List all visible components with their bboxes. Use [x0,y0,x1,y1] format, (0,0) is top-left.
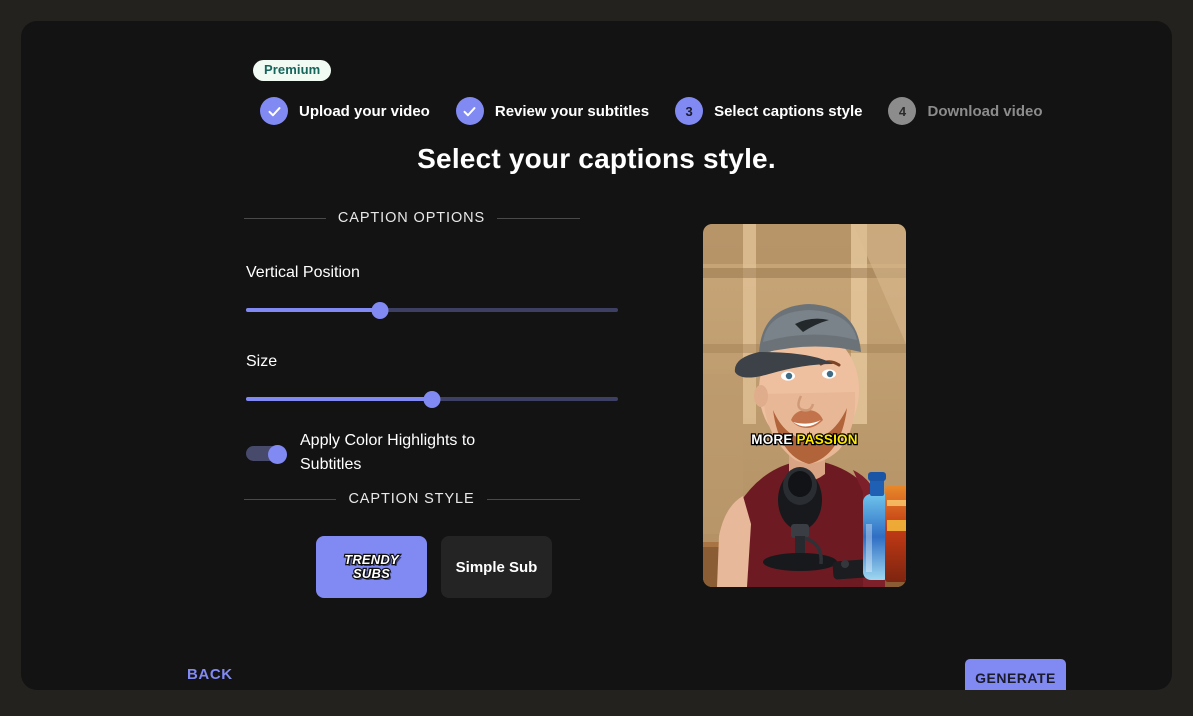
color-highlights-label: Apply Color Highlights to Subtitles [300,432,476,473]
step-review-subtitles[interactable]: Review your subtitles [455,97,650,125]
caption-options-panel: CAPTION OPTIONS Vertical Position Size A… [224,210,618,598]
step-select-captions-style[interactable]: 3 Select captions style [675,97,862,125]
caption-options-heading-text: CAPTION OPTIONS [337,210,486,226]
step-2-check-icon [455,97,484,125]
caption-word-plain: MORE [750,431,794,449]
generate-button[interactable]: GENERATE [965,659,1066,690]
divider-line-left [243,217,326,219]
size-slider[interactable] [246,389,618,409]
caption-word-highlight: PASSION [795,431,859,449]
step-2-label: Review your subtitles [494,102,650,120]
step-3-number: 3 [675,97,704,125]
simple-sub-preview-text: Simple Sub [455,558,538,576]
video-preview[interactable]: MORE PASSION [703,224,906,587]
page-title: Select your captions style. [417,143,776,174]
trendy-subs-preview-text: TRENDY SUBS [343,551,400,581]
caption-options-heading: CAPTION OPTIONS [243,210,580,226]
video-preview-frame [703,224,906,587]
premium-badge: Premium [253,60,332,81]
style-divider-line-left [243,498,337,500]
step-4-label: Download video [927,102,1043,120]
caption-style-options: TRENDY SUBS Simple Sub [316,536,599,598]
vertical-position-slider-fill [246,308,380,312]
step-1-label: Upload your video [299,102,430,120]
step-upload-video[interactable]: Upload your video [260,97,430,125]
caption-style-heading-text: CAPTION STYLE [348,491,475,507]
color-highlights-row[interactable]: Apply Color Highlights to Subtitles [246,429,599,477]
caption-style-trendy-subs[interactable]: TRENDY SUBS [316,536,427,598]
size-slider-thumb[interactable] [423,391,441,408]
size-slider-fill [246,397,432,401]
vertical-position-slider-thumb[interactable] [371,302,389,319]
step-4-number: 4 [888,97,917,125]
step-3-label: Select captions style [714,102,863,120]
app-root: Premium Upload your video Review your su… [0,0,1193,716]
preview-caption-overlay: MORE PASSION [703,431,906,449]
caption-style-simple-sub[interactable]: Simple Sub [441,536,552,598]
vertical-position-label: Vertical Position [246,264,360,281]
back-button[interactable]: BACK [181,662,239,687]
style-divider-line-right [486,498,580,500]
size-label: Size [246,353,278,370]
toggle-knob[interactable] [268,444,287,464]
divider-line-right [497,217,580,219]
wizard-stepper: Upload your video Review your subtitles … [260,97,1043,125]
step-1-check-icon [260,97,288,125]
step-download-video[interactable]: 4 Download video [888,97,1043,125]
caption-style-heading: CAPTION STYLE [243,491,580,507]
vertical-position-slider[interactable] [246,300,618,320]
wizard-card: Premium Upload your video Review your su… [21,21,1172,690]
color-highlights-toggle[interactable] [246,444,288,464]
